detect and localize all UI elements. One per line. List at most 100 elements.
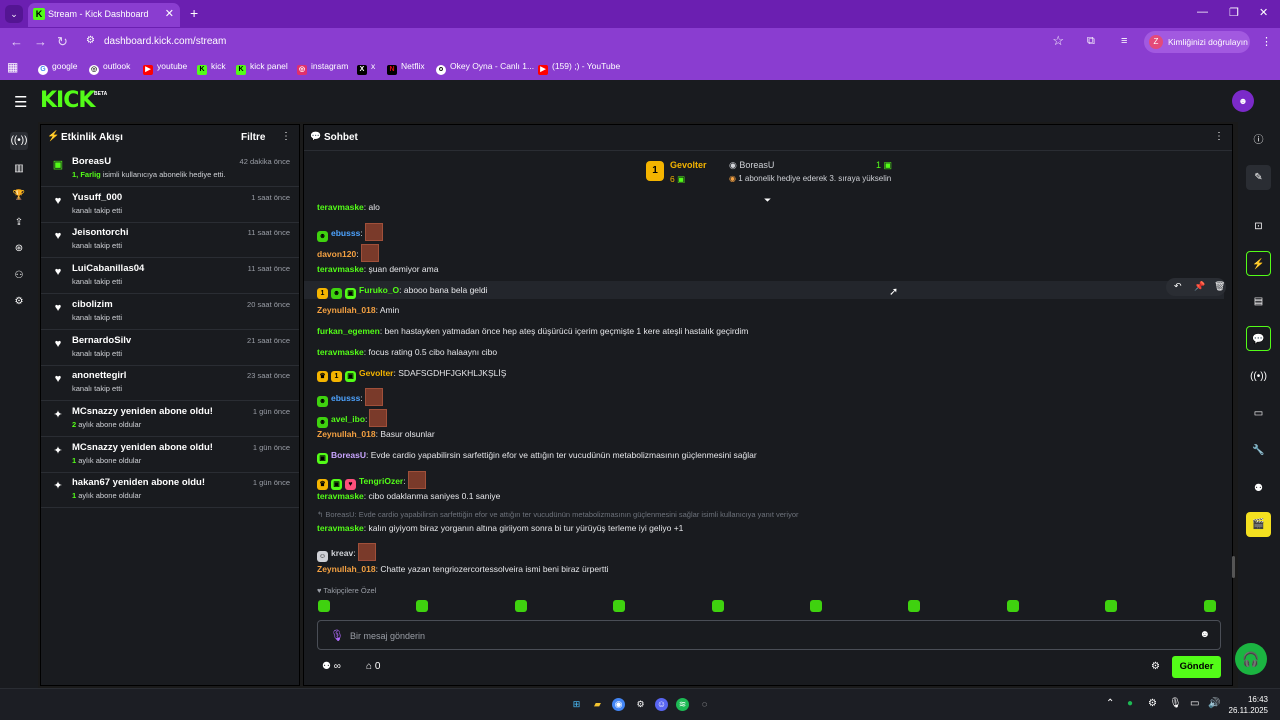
chat-message[interactable]: ☻ ebusss: — [317, 223, 383, 242]
chat-message[interactable]: ♛ 1 ▣ Gevolter: SDAFSGDHFJGKHLJKŞLİŞ — [317, 368, 506, 382]
chat-message[interactable]: teravmaske: kalın giyiyom biraz yorganın… — [317, 523, 683, 533]
emote-icon[interactable] — [416, 600, 429, 612]
tray-volume-icon[interactable]: 🔊 — [1208, 698, 1220, 709]
delete-icon[interactable]: 🗑 — [1214, 281, 1225, 292]
chat-username[interactable]: furkan_egemen — [317, 326, 380, 336]
back-button[interactable]: ← — [10, 34, 23, 49]
chat-username[interactable]: Zeynullah_018 — [317, 429, 376, 439]
activity-event[interactable]: ♥ Yusuff_000 kanalı takip etti 1 saat önce — [41, 187, 299, 223]
broadcast-icon[interactable]: ((•)) — [1246, 364, 1271, 389]
bookmark-kick-panel[interactable]: Kkick panel — [236, 61, 288, 75]
stream-nav-icon[interactable]: ((•)) — [10, 132, 28, 150]
chat-message[interactable]: teravmaske: focus rating 0.5 cibo halaay… — [317, 347, 497, 357]
address-bar[interactable]: ⚙ dashboard.kick.com/stream ☆ — [78, 31, 1078, 53]
kick-logo[interactable]: KICK — [40, 88, 95, 113]
support-icon[interactable]: 🎧 — [1235, 643, 1267, 675]
chat-username[interactable]: ebusss — [331, 228, 360, 238]
chat-username[interactable]: Zeynullah_018 — [317, 305, 376, 315]
upload-nav-icon[interactable]: ⇪ — [10, 214, 28, 232]
emote-icon[interactable] — [810, 600, 822, 612]
chat-username[interactable]: teravmaske — [317, 523, 364, 533]
extensions-icon[interactable]: ⧉ — [1087, 35, 1095, 48]
app-icon[interactable]: ◌ — [698, 698, 711, 711]
close-tab-icon[interactable]: ✕ — [165, 7, 174, 20]
windows-start-icon[interactable]: ⊞ — [570, 698, 583, 711]
emote-icon[interactable] — [514, 600, 527, 612]
chat-message[interactable]: Zeynullah_018: Chatte yazan tengriozerco… — [317, 564, 609, 574]
activity-event[interactable]: ✦ MCsnazzy yeniden abone oldu! 2 aylık abo… — [41, 401, 299, 437]
gift-leaderboard[interactable]: 1 Gevolter 6 ▣ ◉ BoreasU 1 ▣ ◉ 1 aboneli… — [644, 157, 904, 197]
chat-more-options-icon[interactable]: ⋮ — [1214, 131, 1224, 142]
chat-settings-icon[interactable]: ⚙ — [1151, 661, 1160, 672]
tray-app-icon[interactable]: ● — [1127, 698, 1133, 709]
emote-icon[interactable] — [908, 600, 921, 612]
chat-username[interactable]: avel_ibo — [331, 414, 365, 424]
info-icon[interactable]: ⓘ — [1246, 128, 1271, 153]
emote-icon[interactable] — [613, 600, 626, 612]
chat-username[interactable]: davon120 — [317, 249, 356, 259]
tray-steam-icon[interactable]: ⚙ — [1148, 698, 1157, 709]
bookmark-youtube-2[interactable]: ▶ (159) ;) - YouTube — [538, 61, 620, 75]
bookmark-outlook[interactable]: ◎ outlook — [89, 61, 130, 75]
chat-username[interactable]: teravmaske — [317, 347, 364, 357]
chat-username[interactable]: teravmaske — [317, 264, 364, 274]
bookmark-google[interactable]: Ggoogle — [38, 61, 78, 75]
activity-event[interactable]: ♥ BernardoSilv kanalı takip etti 21 saat ön… — [41, 330, 299, 366]
bookmark-star-icon[interactable]: ☆ — [1052, 33, 1064, 49]
minimize-button[interactable]: — — [1197, 6, 1208, 18]
system-clock[interactable]: 16:43 26.11.2025 — [1228, 694, 1268, 716]
pin-icon[interactable]: 📌 — [1194, 281, 1205, 292]
notes-icon[interactable]: ▤ — [1246, 289, 1271, 314]
activity-event[interactable]: ▣ BoreasU 1, Farlig isimli kullanıcıya abo… — [41, 151, 299, 187]
tab-search-button[interactable]: ⌄ — [5, 5, 23, 23]
share-icon[interactable]: ⚉ — [1246, 476, 1271, 501]
emote-icon[interactable] — [711, 600, 724, 612]
trophy-nav-icon[interactable]: 🏆 — [10, 187, 28, 205]
steam-icon[interactable]: ⚙ — [634, 698, 647, 711]
tray-network-icon[interactable]: ▭ — [1190, 698, 1199, 709]
chat-message[interactable]: Zeynullah_018: Amin — [317, 305, 399, 315]
chat-message[interactable]: ▣ BoreasU: Evde cardio yapabilirsin sarfe… — [317, 450, 757, 464]
activity-event[interactable]: ✦ hakan67 yeniden abone oldu! 1 aylık abon… — [41, 472, 299, 509]
activity-event[interactable]: ♥ LuiCabanillas04 kanalı takip etti 11 saat… — [41, 258, 299, 295]
chat-username[interactable]: kreav — [331, 548, 353, 558]
chat-message[interactable]: ☻ avel_ibo: — [317, 409, 388, 428]
chat-username[interactable]: TengriOzer — [359, 476, 403, 486]
chrome-icon[interactable]: ◉ — [612, 698, 625, 711]
emote-icon[interactable] — [318, 600, 330, 612]
browser-tab[interactable]: K Stream - Kick Dashboard ✕ — [28, 3, 180, 27]
bookmark-kick[interactable]: Kkick — [197, 61, 226, 75]
chat-username[interactable]: ebusss — [331, 393, 360, 403]
emote-icon[interactable] — [1203, 600, 1216, 612]
media-icon[interactable]: ≡ — [1121, 35, 1127, 47]
chat-message[interactable]: teravmaske: cibo odaklanma saniyes 0.1 s… — [317, 491, 500, 501]
stack-icon[interactable]: ▭ — [1246, 401, 1271, 426]
moderation-nav-icon[interactable]: ⊛ — [10, 240, 28, 258]
chat-username[interactable]: teravmaske — [317, 491, 364, 501]
reload-button[interactable]: ↻ — [57, 34, 68, 50]
hamburger-menu-icon[interactable]: ☰ — [14, 93, 27, 111]
filter-button[interactable]: Filtre — [241, 132, 265, 143]
reply-icon[interactable]: ↶ — [1174, 281, 1182, 292]
bookmark-youtube[interactable]: ▶ youtube — [143, 61, 187, 75]
browser-menu-icon[interactable]: ⋮ — [1261, 35, 1272, 48]
bookmark-okey[interactable]: o Okey Oyna - Canlı 1... — [436, 61, 534, 75]
tray-mic-icon[interactable]: 🎙 — [1169, 698, 1182, 709]
emoji-icon[interactable]: ☻ — [1199, 629, 1210, 640]
chat-message[interactable]: teravmaske: alo — [317, 202, 380, 212]
chat-username[interactable]: BoreasU — [331, 450, 366, 460]
forward-button[interactable]: → — [34, 34, 47, 49]
new-tab-button[interactable]: + — [190, 5, 198, 21]
activity-event[interactable]: ✦ MCsnazzy yeniden abone oldu! 1 aylık abo… — [41, 437, 299, 473]
camera-icon[interactable]: ⊡ — [1246, 214, 1271, 239]
chat-username[interactable]: Zeynullah_018 — [317, 564, 376, 574]
discord-icon[interactable]: ☺ — [655, 698, 668, 711]
tray-overflow-icon[interactable]: ⌃ — [1106, 698, 1114, 709]
chat-message[interactable]: davon120: — [317, 244, 379, 262]
bookmark-netflix[interactable]: N Netflix — [387, 61, 425, 75]
chat-username[interactable]: Furuko_O — [359, 285, 399, 295]
chat-scrollbar[interactable] — [1232, 556, 1235, 578]
profile-button[interactable]: Z Kimliğinizi doğrulayın — [1144, 31, 1250, 53]
microphone-icon[interactable]: 🎙 — [330, 629, 344, 642]
emote-icon[interactable] — [1105, 600, 1118, 612]
